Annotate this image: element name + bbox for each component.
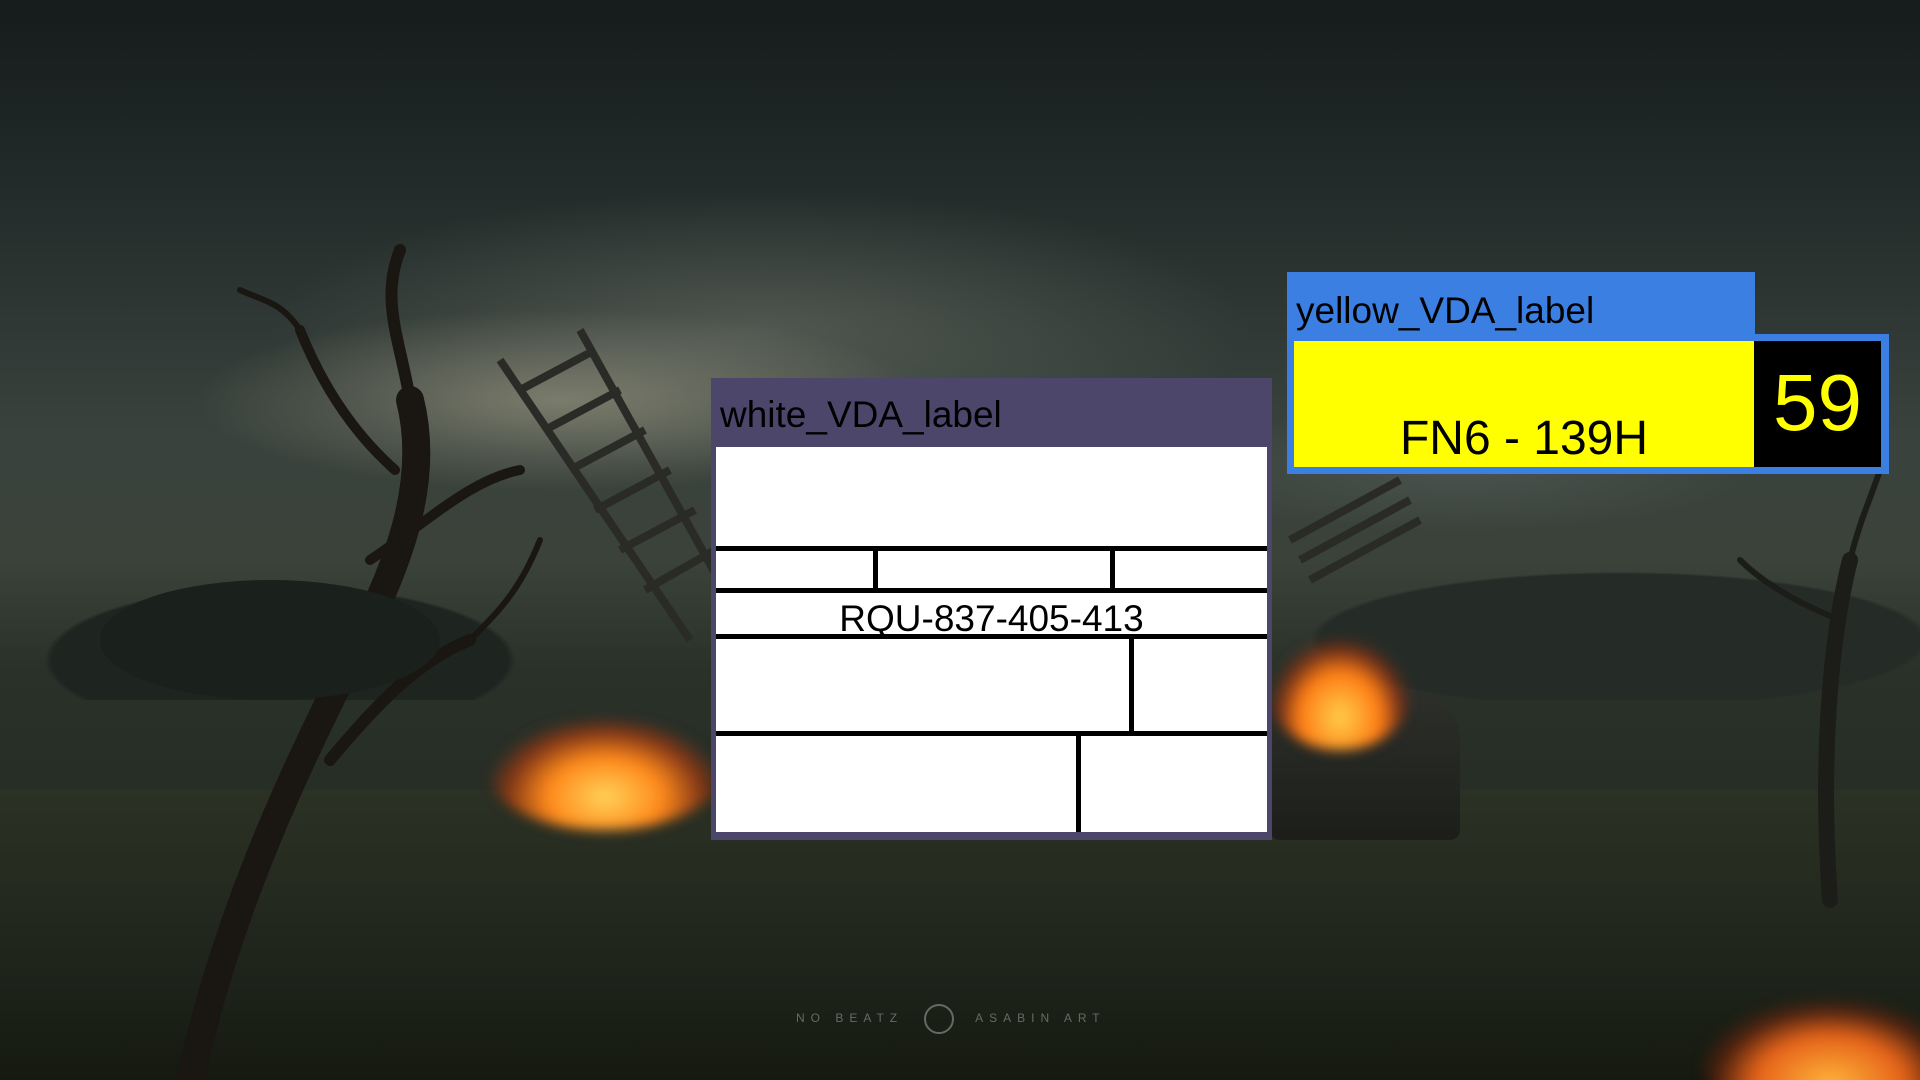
- label-divider: [716, 546, 1267, 551]
- white-label-title: white_VDA_label: [720, 394, 1002, 435]
- yellow-vda-label[interactable]: FN6 - 139H 59: [1287, 334, 1889, 474]
- white-label-sheet: RQU-837-405-413: [716, 447, 1267, 832]
- yellow-label-title: yellow_VDA_label: [1296, 290, 1595, 331]
- white-label-serial: RQU-837-405-413: [839, 598, 1144, 639]
- fire-glow: [490, 720, 720, 830]
- yellow-label-title-bar[interactable]: yellow_VDA_label: [1287, 272, 1755, 334]
- credit-left: NO BEATZ: [796, 1011, 904, 1026]
- label-divider: [716, 588, 1267, 593]
- artist-logo-icon: [924, 1004, 955, 1034]
- yellow-label-field: FN6 - 139H: [1294, 341, 1754, 467]
- white-label-title-bar[interactable]: white_VDA_label: [711, 378, 1272, 444]
- white-vda-label[interactable]: white_VDA_label RQU-837-405-413: [711, 378, 1272, 840]
- label-divider: [1129, 639, 1134, 731]
- label-divider: [873, 551, 878, 588]
- label-divider: [716, 731, 1267, 736]
- yellow-label-number: 59: [1773, 358, 1862, 447]
- wallpaper-credit: NO BEATZ ASABIN ART: [796, 1004, 1106, 1034]
- label-divider: [1110, 551, 1115, 588]
- yellow-label-code: FN6 - 139H: [1399, 412, 1649, 465]
- fire-glow: [1270, 640, 1410, 750]
- yellow-label-number-box: 59: [1754, 341, 1881, 467]
- label-divider: [1076, 736, 1081, 832]
- white-label-frame: RQU-837-405-413: [711, 444, 1272, 840]
- credit-right: ASABIN ART: [975, 1011, 1106, 1026]
